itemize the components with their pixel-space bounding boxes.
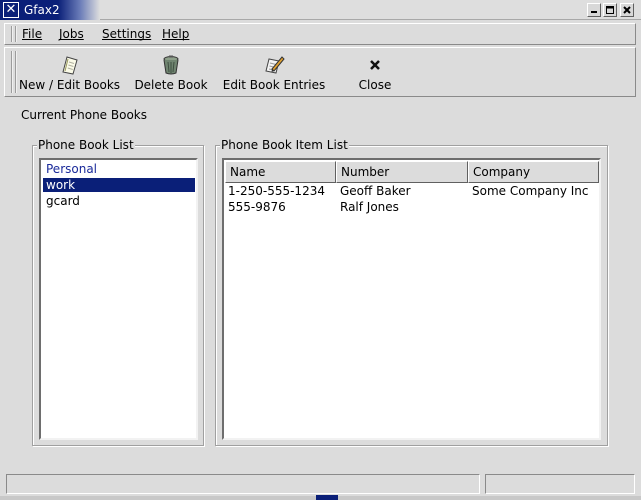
menu-jobs[interactable]: Jobs	[59, 27, 84, 41]
window-title: Gfax2	[24, 3, 60, 17]
maximize-button[interactable]	[603, 3, 617, 17]
phone-book-item-list-title: Phone Book Item List	[220, 138, 349, 152]
table-cell-name: 555-9876	[228, 200, 286, 214]
table-cell-company: Some Company Inc	[472, 184, 589, 198]
list-item-work[interactable]: work	[43, 178, 195, 192]
table-cell-number: Ralf Jones	[340, 200, 399, 214]
toolbar-grip[interactable]	[11, 51, 17, 93]
status-bar-secondary	[485, 474, 635, 494]
menu-bar: File Jobs Settings Help	[4, 23, 636, 45]
window-title-bar[interactable]: ✕ Gfax2	[0, 0, 641, 20]
new-edit-books-button[interactable]: New / Edit Books	[19, 50, 121, 95]
delete-book-label: Delete Book	[134, 78, 208, 92]
minimize-button[interactable]	[587, 3, 601, 17]
menubar-grip[interactable]	[11, 26, 17, 42]
toolbar: New / Edit Books Delete Book Edit Book E…	[4, 47, 636, 97]
close-button[interactable]: Close	[345, 50, 405, 95]
phone-book-listbox[interactable]: Personal work gcard	[39, 158, 198, 440]
current-phone-books-label: Current Phone Books	[21, 108, 147, 122]
menu-settings[interactable]: Settings	[102, 27, 151, 41]
column-header-company[interactable]: Company	[468, 161, 599, 183]
table-cell-number: Geoff Baker	[340, 184, 411, 198]
window-menu-icon[interactable]: ✕	[3, 2, 19, 18]
maximize-icon	[606, 6, 614, 14]
close-window-button[interactable]	[620, 3, 634, 17]
menu-help[interactable]: Help	[162, 27, 189, 41]
phone-book-item-table[interactable]: Name Number Company 1-250-555-1234 Geoff…	[222, 158, 601, 440]
close-icon	[623, 6, 631, 14]
edit-pencil-icon	[265, 56, 285, 74]
column-header-number[interactable]: Number	[336, 161, 468, 183]
edit-book-entries-button[interactable]: Edit Book Entries	[221, 50, 327, 95]
minimize-icon	[591, 11, 597, 13]
table-cell-name: 1-250-555-1234	[228, 184, 325, 198]
notepad-icon	[62, 56, 78, 75]
close-label: Close	[358, 78, 392, 92]
new-edit-books-label: New / Edit Books	[19, 78, 121, 92]
resize-handle[interactable]	[316, 495, 338, 500]
close-x-icon	[370, 60, 380, 70]
list-item-personal[interactable]: Personal	[43, 162, 195, 176]
phone-book-list-title: Phone Book List	[37, 138, 135, 152]
trash-can-icon	[163, 55, 179, 75]
list-item-gcard[interactable]: gcard	[43, 194, 195, 208]
menu-file[interactable]: File	[22, 27, 42, 41]
delete-book-button[interactable]: Delete Book	[131, 50, 211, 95]
edit-book-entries-label: Edit Book Entries	[222, 78, 326, 92]
column-header-name[interactable]: Name	[225, 161, 336, 183]
status-bar-main	[6, 474, 480, 494]
